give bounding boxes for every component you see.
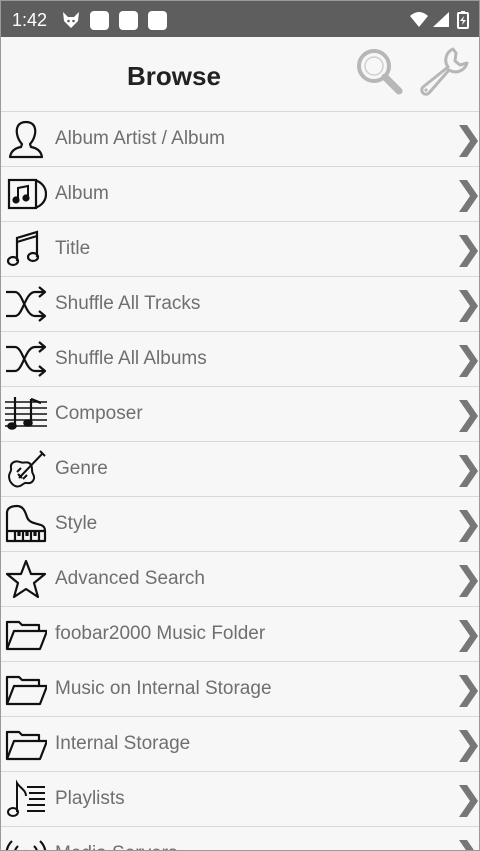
header: Browse bbox=[1, 37, 479, 111]
status-time: 1:42 bbox=[12, 10, 48, 30]
status-indicators bbox=[409, 10, 471, 30]
search-icon bbox=[357, 49, 403, 95]
notification-icon bbox=[119, 11, 138, 30]
notification-icon bbox=[90, 11, 109, 30]
chevron-right-icon bbox=[457, 399, 479, 433]
settings-button[interactable] bbox=[415, 43, 471, 99]
chevron-right-icon bbox=[457, 179, 479, 213]
search-button[interactable] bbox=[351, 43, 407, 99]
chevron-right-icon bbox=[457, 289, 479, 323]
list-item[interactable]: Title bbox=[1, 222, 479, 277]
list-item[interactable]: Internal Storage bbox=[1, 717, 479, 772]
chevron-right-icon bbox=[457, 674, 479, 708]
wifi-icon bbox=[410, 12, 428, 27]
piano-icon bbox=[5, 503, 47, 545]
violin-icon bbox=[5, 448, 47, 490]
list-item-label: Album bbox=[55, 183, 109, 204]
list-item[interactable]: Shuffle All Albums bbox=[1, 332, 479, 387]
list-item[interactable]: Album Artist / Album bbox=[1, 111, 479, 167]
list-item-label: foobar2000 Music Folder bbox=[55, 623, 266, 644]
chevron-right-icon bbox=[457, 839, 479, 850]
app-window: 1:42 Browse Album Artist / Album Album T… bbox=[0, 0, 480, 851]
list-item-label: Genre bbox=[55, 458, 108, 479]
list-item-label: Media Servers bbox=[55, 843, 178, 850]
list-item[interactable]: Music on Internal Storage bbox=[1, 662, 479, 717]
list-item-label: Composer bbox=[55, 403, 143, 424]
folder-icon bbox=[5, 613, 47, 655]
list-item-label: Playlists bbox=[55, 788, 125, 809]
status-bar: 1:42 bbox=[1, 1, 479, 37]
shuffle-icon bbox=[5, 283, 47, 325]
list-item[interactable]: Advanced Search bbox=[1, 552, 479, 607]
list-item[interactable]: Playlists bbox=[1, 772, 479, 827]
chevron-right-icon bbox=[457, 124, 479, 158]
playlist-icon bbox=[5, 778, 47, 820]
chevron-right-icon bbox=[457, 234, 479, 268]
list-item[interactable]: foobar2000 Music Folder bbox=[1, 607, 479, 662]
list-item[interactable]: Composer bbox=[1, 387, 479, 442]
list-item-label: Music on Internal Storage bbox=[55, 678, 272, 699]
chevron-right-icon bbox=[457, 509, 479, 543]
star-icon bbox=[5, 558, 47, 600]
list-item[interactable]: Album bbox=[1, 167, 479, 222]
folder-icon bbox=[5, 723, 47, 765]
shuffle-icon bbox=[5, 338, 47, 380]
list-item-label: Internal Storage bbox=[55, 733, 191, 754]
chevron-right-icon bbox=[457, 729, 479, 763]
chevron-right-icon bbox=[457, 454, 479, 488]
wrench-icon bbox=[420, 47, 469, 96]
signal-icon bbox=[433, 12, 449, 27]
list-item-label: Style bbox=[55, 513, 98, 534]
sheet-music-icon bbox=[5, 393, 47, 435]
chevron-right-icon bbox=[457, 344, 479, 378]
list-item-label: Shuffle All Tracks bbox=[55, 293, 201, 314]
chevron-right-icon bbox=[457, 784, 479, 818]
list-item-label: Title bbox=[55, 238, 91, 259]
fox-notification-icon bbox=[61, 10, 81, 35]
browse-list: Album Artist / Album Album Title Shuffle… bbox=[1, 111, 479, 850]
list-item[interactable]: Style bbox=[1, 497, 479, 552]
chevron-right-icon bbox=[457, 564, 479, 598]
album-icon bbox=[5, 173, 47, 215]
music-note-icon bbox=[5, 228, 47, 270]
notification-icon bbox=[148, 11, 167, 30]
list-item[interactable]: Media Servers bbox=[1, 827, 479, 850]
list-item[interactable]: Shuffle All Tracks bbox=[1, 277, 479, 332]
page-title: Browse bbox=[127, 61, 221, 91]
list-item-label: Advanced Search bbox=[55, 568, 205, 589]
broadcast-icon bbox=[5, 833, 47, 850]
chevron-right-icon bbox=[457, 619, 479, 653]
battery-icon bbox=[457, 11, 469, 29]
person-icon bbox=[5, 118, 47, 160]
list-item-label: Album Artist / Album bbox=[55, 128, 226, 149]
list-item-label: Shuffle All Albums bbox=[55, 348, 207, 369]
list-item[interactable]: Genre bbox=[1, 442, 479, 497]
folder-icon bbox=[5, 668, 47, 710]
